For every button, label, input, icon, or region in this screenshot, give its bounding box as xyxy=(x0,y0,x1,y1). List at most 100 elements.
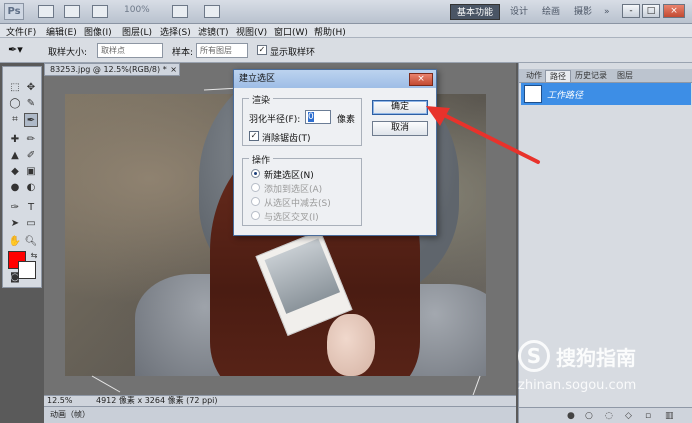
load-path-as-selection-icon[interactable]: ◌ xyxy=(605,411,613,421)
healing-brush-tool-icon[interactable]: ✚ xyxy=(8,133,22,147)
history-brush-tool-icon[interactable]: ✐ xyxy=(24,149,38,163)
document-tab-title: 83253.jpg @ 12.5%(RGB/8) * xyxy=(50,65,167,74)
sogou-logo-icon: S xyxy=(518,340,550,372)
new-selection-label: 新建选区(N) xyxy=(264,171,314,181)
eyedropper-tool-preset-icon[interactable]: ✒▾ xyxy=(8,43,23,56)
dodge-tool-icon[interactable]: ◐ xyxy=(24,181,38,195)
menu-select[interactable]: 选择(S) xyxy=(160,25,191,38)
status-zoom[interactable]: 12.5% xyxy=(47,396,72,406)
status-bar: 12.5% 4912 像素 x 3264 像素 (72 ppi) xyxy=(44,395,516,406)
swap-colors-icon[interactable]: ⇆ xyxy=(27,249,41,263)
menu-edit[interactable]: 编辑(E) xyxy=(46,25,77,38)
blur-tool-icon[interactable]: ● xyxy=(8,181,22,195)
rendering-group-title: 渲染 xyxy=(249,93,274,106)
menu-view[interactable]: 视图(V) xyxy=(236,25,267,38)
tab-history[interactable]: 历史记录 xyxy=(571,70,611,82)
arrow-shaft xyxy=(436,110,540,164)
new-path-icon[interactable]: ▫ xyxy=(645,411,651,421)
add-to-selection-radio[interactable] xyxy=(251,183,260,192)
document-tab[interactable]: 83253.jpg @ 12.5%(RGB/8) * × xyxy=(44,63,180,76)
anti-alias-checkbox[interactable]: ✓ xyxy=(249,131,259,141)
sample-size-select[interactable]: 取样点 xyxy=(97,43,163,58)
feather-radius-value: 0 xyxy=(308,112,314,122)
move-tool-icon[interactable]: ✥ xyxy=(24,81,38,95)
tab-paths[interactable]: 路径 xyxy=(545,70,571,82)
brush-tool-icon[interactable]: ✏ xyxy=(24,133,38,147)
add-to-selection-label: 添加到选区(A) xyxy=(264,185,323,195)
workspace-essentials[interactable]: 基本功能 xyxy=(450,4,501,20)
lasso-tool-icon[interactable]: ◯ xyxy=(8,97,22,111)
status-document-info[interactable]: 4912 像素 x 3264 像素 (72 ppi) xyxy=(96,396,218,406)
photoshop-logo: Ps xyxy=(4,3,24,20)
paths-panel-footer: ● ○ ◌ ◇ ▫ ▥ xyxy=(519,407,692,423)
type-tool-icon[interactable]: T xyxy=(24,201,38,215)
menu-image[interactable]: 图像(I) xyxy=(84,25,112,38)
feather-radius-input[interactable]: 0 xyxy=(305,110,331,124)
options-bar: ✒▾ 取样大小: 取样点 样本: 所有图层 ✓ 显示取样环 xyxy=(0,38,692,63)
anti-alias-label: 消除锯齿(T) xyxy=(262,134,311,144)
menu-layer[interactable]: 图层(L) xyxy=(122,25,152,38)
clone-stamp-tool-icon[interactable]: ▲ xyxy=(8,149,22,163)
feather-unit-label: 像素 xyxy=(337,115,356,125)
animation-panel-tab[interactable]: 动画（帧） xyxy=(44,406,516,423)
view-extras-icon[interactable] xyxy=(92,5,108,18)
feather-radius-label: 羽化半径(F): xyxy=(249,115,301,125)
bridge-icon[interactable] xyxy=(38,5,54,18)
menu-file[interactable]: 文件(F) xyxy=(6,25,36,38)
quick-select-tool-icon[interactable]: ✎ xyxy=(24,97,38,111)
rendering-group: 渲染 羽化半径(F): 0 像素 ✓ 消除锯齿(T) xyxy=(242,93,362,146)
quick-mask-icon[interactable]: ◙ xyxy=(8,271,22,285)
intersect-selection-label: 与选区交叉(I) xyxy=(264,213,319,223)
show-sampling-ring-label: 显示取样环 xyxy=(270,48,316,58)
tab-layers[interactable]: 图层 xyxy=(613,70,637,82)
workspace-painting[interactable]: 绘画 xyxy=(536,4,566,20)
menu-bar: 文件(F) 编辑(E) 图像(I) 图层(L) 选择(S) 滤镜(T) 视图(V… xyxy=(0,24,692,38)
title-bar: Ps 100% 基本功能 设计 绘画 摄影 » - □ × xyxy=(0,0,692,24)
path-selection-tool-icon[interactable]: ➤ xyxy=(8,217,22,231)
watermark-url: zhinan.sogou.com xyxy=(518,378,637,393)
zoom-tool-icon[interactable]: 🔍︎ xyxy=(24,235,38,249)
shape-tool-icon[interactable]: ▭ xyxy=(24,217,38,231)
document-tab-close-icon[interactable]: × xyxy=(170,64,177,75)
pen-tool-icon[interactable]: ✑ xyxy=(8,201,22,215)
screen-mode-icon[interactable] xyxy=(204,5,220,18)
sample-select[interactable]: 所有图层 xyxy=(196,43,248,58)
operation-group: 操作 新建选区(N) 添加到选区(A) 从选区中减去(S) 与选区交叉(I) xyxy=(242,153,362,226)
minimize-button[interactable]: - xyxy=(622,4,640,18)
stroke-path-icon[interactable]: ○ xyxy=(585,411,593,421)
new-selection-radio[interactable] xyxy=(251,169,260,178)
path-item-label: 工作路径 xyxy=(547,91,584,101)
mini-bridge-icon[interactable] xyxy=(64,5,80,18)
marquee-tool-icon[interactable]: ⬚ xyxy=(8,81,22,95)
arrange-documents-icon[interactable] xyxy=(172,5,188,18)
dialog-close-button[interactable]: × xyxy=(409,73,433,86)
hand-tool-icon[interactable]: ✋ xyxy=(8,235,22,249)
toolbox: ⬚ ✥ ◯ ✎ ⌗ ✒ ✚ ✏ ▲ ✐ ◆ ▣ ● ◐ ✑ T ➤ ▭ ✋ 🔍︎… xyxy=(2,66,42,288)
fill-path-icon[interactable]: ● xyxy=(567,411,575,421)
operation-group-title: 操作 xyxy=(249,153,274,166)
sample-size-label: 取样大小: xyxy=(48,48,88,58)
menu-filter[interactable]: 滤镜(T) xyxy=(198,25,229,38)
delete-path-icon[interactable]: ▥ xyxy=(665,411,674,421)
workspace-design[interactable]: 设计 xyxy=(504,4,534,20)
menu-window[interactable]: 窗口(W) xyxy=(274,25,308,38)
intersect-selection-radio[interactable] xyxy=(251,211,260,220)
crop-tool-icon[interactable]: ⌗ xyxy=(8,113,22,127)
show-sampling-ring-checkbox[interactable]: ✓ xyxy=(257,45,267,55)
eyedropper-tool-icon[interactable]: ✒ xyxy=(24,113,38,127)
make-work-path-icon[interactable]: ◇ xyxy=(625,411,632,421)
red-arrow-annotation xyxy=(426,106,540,164)
dialog-title[interactable]: 建立选区 xyxy=(234,70,436,88)
path-line-bottom xyxy=(91,375,121,393)
tab-actions[interactable]: 动作 xyxy=(522,70,546,82)
workspace-photography[interactable]: 摄影 xyxy=(568,4,598,20)
maximize-button[interactable]: □ xyxy=(642,4,660,18)
close-button[interactable]: × xyxy=(663,4,685,18)
panel-tabs: 动作 路径 历史记录 图层 xyxy=(519,69,692,83)
subtract-from-selection-radio[interactable] xyxy=(251,197,260,206)
menu-help[interactable]: 帮助(H) xyxy=(314,25,346,38)
gradient-tool-icon[interactable]: ▣ xyxy=(24,165,38,179)
eraser-tool-icon[interactable]: ◆ xyxy=(8,165,22,179)
more-workspaces-icon[interactable]: » xyxy=(598,4,616,20)
zoom-level[interactable]: 100% xyxy=(124,5,150,15)
